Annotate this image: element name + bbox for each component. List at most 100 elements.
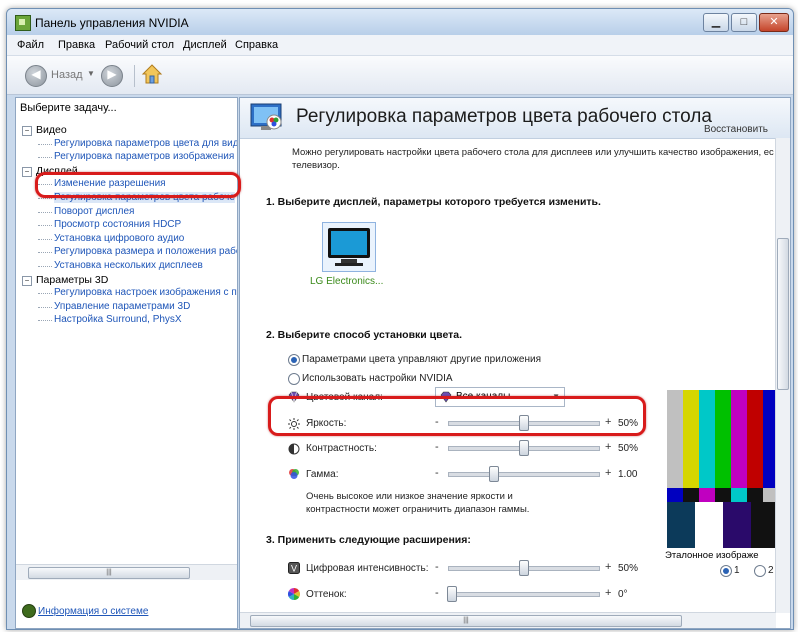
tree-category[interactable]: Параметры 3D	[36, 274, 108, 286]
gamma-minus: -	[435, 467, 439, 479]
tree-item[interactable]: Регулировка параметров цвета для вид	[54, 138, 237, 149]
svg-text:V: V	[291, 564, 297, 574]
digital-vibrance-minus: -	[435, 561, 439, 573]
tree-item[interactable]: Установка нескольких дисплеев	[54, 260, 203, 271]
forward-button[interactable]: ▶	[101, 65, 123, 87]
gamma-label: Гамма:	[306, 469, 339, 480]
page-header: Регулировка параметров цвета рабочего ст…	[240, 98, 790, 139]
tree-item[interactable]: Установка цифрового аудио	[54, 233, 184, 244]
tree-connector	[38, 198, 52, 199]
desktop-color-icon	[250, 103, 282, 130]
tree-expander-icon[interactable]: −	[22, 166, 32, 177]
back-button[interactable]: ◀	[25, 65, 47, 87]
test-color-bar	[715, 390, 732, 488]
tree-item[interactable]: Регулировка параметров изображения д	[54, 151, 237, 162]
hue-value: 0°	[618, 589, 628, 600]
gamma-slider-track[interactable]	[448, 472, 600, 477]
task-panel-label: Выберите задачу...	[20, 102, 117, 114]
reference-option-2-label[interactable]: 2	[768, 565, 774, 576]
main-horizontal-scrollbar[interactable]: |||	[240, 612, 776, 628]
step-3-heading: 3. Применить следующие расширения:	[266, 534, 471, 546]
tree-item[interactable]: Поворот дисплея	[54, 206, 134, 217]
main-horizontal-scroll-thumb[interactable]: |||	[250, 615, 682, 627]
test-reverse-bar	[667, 488, 684, 502]
tree-scroll-thumb[interactable]: |||	[28, 567, 190, 579]
home-icon[interactable]	[141, 63, 163, 85]
restore-link[interactable]: Восстановить	[704, 124, 768, 135]
minimize-button[interactable]: ▁	[703, 13, 729, 32]
tree-horizontal-scrollbar[interactable]: |||	[16, 564, 237, 580]
toolbar: ◀ Назад ▼ ▶	[7, 56, 793, 95]
contrast-plus: +	[605, 441, 612, 453]
title-bar[interactable]: Панель управления NVIDIA ▁ □ ✕	[7, 9, 793, 35]
system-info-link[interactable]: Информация о системе	[22, 604, 148, 618]
hue-slider-track[interactable]	[448, 592, 600, 597]
contrast-value: 50%	[618, 443, 639, 454]
monitor-icon	[328, 228, 370, 266]
reference-image-label: Эталонное изображе	[665, 550, 759, 561]
display-name-label[interactable]: LG Electronics...	[310, 276, 383, 287]
reference-option-1[interactable]	[720, 565, 732, 577]
back-arrow-icon: ◀	[31, 67, 41, 81]
reference-test-image	[667, 390, 779, 548]
menu-edit[interactable]: Правка	[58, 39, 95, 51]
contrast-label: Контрастность:	[306, 443, 377, 454]
close-button[interactable]: ✕	[759, 13, 789, 32]
tree-item[interactable]: Регулировка настроек изображения с пр	[54, 287, 237, 298]
gamma-value: 1.00	[618, 469, 638, 480]
step-1-heading: 1. Выберите дисплей, параметры которого …	[266, 196, 601, 208]
menu-display[interactable]: Дисплей	[183, 39, 227, 51]
radio-nvidia-settings[interactable]	[288, 373, 300, 385]
test-reverse-bar	[683, 488, 700, 502]
gamma-plus: +	[605, 467, 612, 479]
tree-item[interactable]: Настройка Surround, PhysX	[54, 314, 182, 325]
radio-nvidia-settings-label[interactable]: Использовать настройки NVIDIA	[302, 373, 453, 384]
menu-desktop[interactable]: Рабочий стол	[105, 39, 174, 51]
contrast-slider-thumb[interactable]	[519, 440, 529, 456]
hue-minus: -	[435, 587, 439, 599]
tree-expander-icon[interactable]: −	[22, 126, 32, 136]
digital-vibrance-label: Цифровая интенсивность:	[306, 563, 429, 574]
digital-vibrance-slider-thumb[interactable]	[519, 560, 529, 576]
display-selector[interactable]	[322, 222, 376, 272]
tree-connector	[38, 143, 52, 145]
test-color-bar	[699, 390, 716, 488]
reference-option-1-label[interactable]: 1	[734, 565, 740, 576]
tree-connector	[38, 266, 52, 267]
nvidia-app-icon	[15, 15, 31, 31]
radio-other-apps[interactable]	[288, 354, 300, 366]
main-panel: Регулировка параметров цвета рабочего ст…	[239, 97, 791, 629]
tree-item[interactable]: Просмотр состояния HDCP	[54, 219, 181, 230]
gamma-slider-thumb[interactable]	[489, 466, 499, 482]
radio-other-apps-label[interactable]: Параметрами цвета управляют другие прило…	[302, 354, 541, 365]
test-color-bar	[731, 390, 748, 488]
tree-category[interactable]: Видео	[36, 124, 67, 136]
contrast-icon	[288, 443, 300, 455]
history-dropdown-icon[interactable]: ▼	[87, 69, 95, 78]
page-title: Регулировка параметров цвета рабочего ст…	[296, 106, 712, 127]
tree-item[interactable]: Регулировка размера и положения рабо	[54, 246, 237, 257]
tree-connector	[38, 157, 52, 159]
tree-item[interactable]: Управление параметрами 3D	[54, 301, 190, 312]
tree-selection-highlight	[35, 172, 241, 198]
nvidia-control-panel-window: Панель управления NVIDIA ▁ □ ✕ Файл Прав…	[6, 8, 794, 630]
tree-expander-icon[interactable]: −	[22, 275, 32, 286]
tree-connector	[38, 306, 52, 308]
main-vertical-scroll-thumb[interactable]	[777, 238, 789, 390]
test-reverse-bar	[731, 488, 748, 502]
menu-file[interactable]: Файл	[17, 39, 44, 51]
hue-slider-thumb[interactable]	[447, 586, 457, 602]
tree-connector	[38, 225, 52, 227]
test-color-bar	[747, 390, 764, 488]
forward-arrow-icon: ▶	[107, 67, 117, 81]
maximize-button[interactable]: □	[731, 13, 757, 32]
menu-help[interactable]: Справка	[235, 39, 278, 51]
test-reverse-bar	[747, 488, 764, 502]
digital-vibrance-icon: V	[288, 562, 300, 574]
main-vertical-scrollbar[interactable]	[775, 138, 790, 613]
hue-label: Оттенок:	[306, 589, 347, 600]
reference-option-2[interactable]	[754, 565, 766, 577]
back-label[interactable]: Назад	[51, 69, 83, 81]
tree-connector	[38, 320, 52, 322]
contrast-minus: -	[435, 441, 439, 453]
